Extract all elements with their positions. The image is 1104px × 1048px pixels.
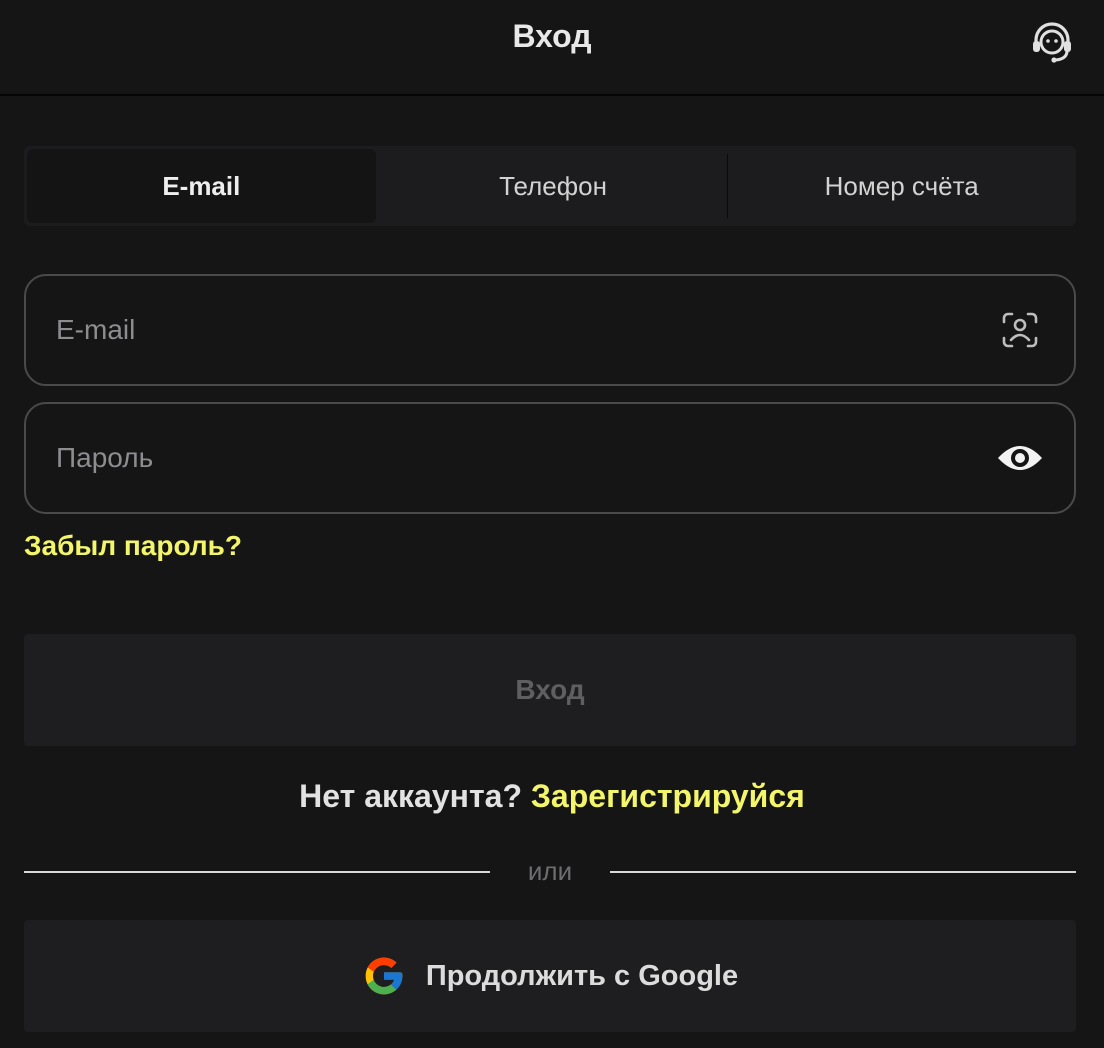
eye-icon [998, 446, 1042, 470]
toggle-password-visibility[interactable] [992, 404, 1048, 512]
password-field [24, 402, 1076, 514]
face-id-button[interactable] [992, 276, 1048, 384]
forgot-password-link[interactable]: Забыл пароль? [24, 530, 242, 562]
register-link[interactable]: Зарегистрируйся [531, 778, 805, 814]
or-divider: или [24, 852, 1076, 892]
register-prompt-text: Нет аккаунта? [299, 778, 522, 814]
tab-label: Телефон [499, 170, 607, 201]
face-id-icon [1002, 312, 1038, 348]
or-text: или [527, 856, 573, 886]
google-button-label: Продолжить с Google [425, 959, 739, 992]
support-button[interactable] [1026, 16, 1078, 68]
headset-support-icon [1033, 22, 1071, 63]
tab-divider [727, 154, 729, 218]
continue-with-google-button[interactable]: Продолжить с Google [24, 920, 1076, 1032]
tab-phone[interactable]: Телефон [379, 146, 728, 226]
tab-email[interactable]: E-mail [27, 149, 376, 223]
register-prompt: Нет аккаунта? Зарегистрируйся [0, 778, 1104, 815]
password-input[interactable] [56, 404, 956, 512]
login-button[interactable]: Вход [24, 634, 1076, 746]
tab-account-number[interactable]: Номер счёта [727, 146, 1076, 226]
google-icon [365, 957, 403, 995]
tab-label: E-mail [162, 170, 241, 201]
tab-label: Номер счёта [824, 170, 979, 201]
divider-line [610, 871, 1076, 873]
page-title: Вход [512, 18, 592, 54]
email-field [24, 274, 1076, 386]
divider-line [24, 871, 490, 873]
email-input[interactable] [56, 276, 956, 384]
login-method-tabs: E-mail Телефон Номер счёта [24, 146, 1076, 226]
login-screen: Вход E-mail Телефон Номер счёта E-mail З… [0, 0, 1104, 1048]
header: Вход [0, 0, 1104, 96]
